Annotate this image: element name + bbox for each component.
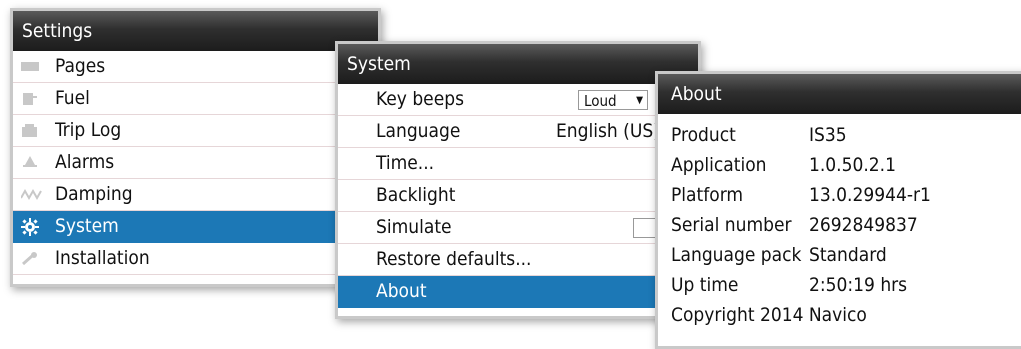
system-item-label: Key beeps xyxy=(376,88,464,110)
system-item-label: Time... xyxy=(376,152,435,174)
settings-item-fuel[interactable]: Fuel xyxy=(13,83,378,115)
settings-item-damping[interactable]: Damping xyxy=(13,179,378,211)
settings-item-label: Pages xyxy=(55,55,106,77)
about-window: About Product IS35 Application 1.0.50.2.… xyxy=(655,71,1021,349)
settings-item-label: Installation xyxy=(55,247,150,269)
wrench-icon xyxy=(21,252,39,265)
about-info: Product IS35 Application 1.0.50.2.1 Plat… xyxy=(658,114,1021,330)
settings-item-trip-log[interactable]: Trip Log xyxy=(13,115,378,147)
system-item-label: About xyxy=(376,280,427,302)
key-beeps-dropdown[interactable]: Loud ▼ xyxy=(578,90,648,110)
system-item-simulate[interactable]: Simulate xyxy=(338,212,698,244)
about-key: Serial number xyxy=(671,214,792,236)
about-row: Serial number 2692849837 xyxy=(671,210,1021,240)
settings-item-pages[interactable]: Pages xyxy=(13,51,378,83)
about-value: 2692849837 xyxy=(809,214,918,236)
about-key: Product xyxy=(671,124,736,146)
settings-item-installation[interactable]: Installation xyxy=(13,243,378,275)
system-item-key-beeps[interactable]: Key beeps Loud ▼ xyxy=(338,84,698,116)
system-item-language[interactable]: Language English (US) xyxy=(338,116,698,148)
trip-log-icon xyxy=(21,124,39,137)
damping-icon xyxy=(21,188,42,201)
system-item-label: Backlight xyxy=(376,184,456,206)
system-item-restore-defaults[interactable]: Restore defaults... xyxy=(338,244,698,276)
copyright-text: Copyright 2014 Navico xyxy=(671,304,867,326)
bell-icon xyxy=(21,156,39,169)
system-item-about[interactable]: About xyxy=(338,276,698,308)
about-row: Up time 2:50:19 hrs xyxy=(671,270,1021,300)
fuel-icon xyxy=(21,92,39,105)
about-row: Application 1.0.50.2.1 xyxy=(671,150,1021,180)
about-value: IS35 xyxy=(809,124,847,146)
pages-icon xyxy=(21,60,39,73)
chevron-down-icon: ▼ xyxy=(636,95,643,106)
about-value: 2:50:19 hrs xyxy=(809,274,908,296)
system-item-label: Restore defaults... xyxy=(376,248,532,270)
about-key: Application xyxy=(671,154,767,176)
settings-item-label: Alarms xyxy=(55,151,115,173)
system-window: System Key beeps Loud ▼ Language English… xyxy=(335,41,701,319)
about-value: 13.0.29944-r1 xyxy=(809,184,931,206)
settings-menu: Pages Fuel Trip Log Alarms Damping Syste… xyxy=(13,51,378,275)
system-item-backlight[interactable]: Backlight xyxy=(338,180,698,212)
about-title: About xyxy=(658,74,1021,114)
settings-window: Settings Pages Fuel Trip Log Alarms Damp… xyxy=(10,8,381,287)
settings-title: Settings xyxy=(13,11,378,51)
system-title: System xyxy=(338,44,698,84)
system-item-label: Simulate xyxy=(376,216,452,238)
language-value: English (US) xyxy=(556,120,660,142)
about-row: Language pack Standard xyxy=(671,240,1021,270)
settings-item-alarms[interactable]: Alarms xyxy=(13,147,378,179)
about-key: Language pack xyxy=(671,244,802,266)
settings-item-label: Fuel xyxy=(55,87,90,109)
about-copyright-row: Copyright 2014 Navico xyxy=(671,300,1021,330)
gear-icon xyxy=(21,218,39,236)
about-value: 1.0.50.2.1 xyxy=(809,154,896,176)
about-row: Product IS35 xyxy=(671,120,1021,150)
about-key: Platform xyxy=(671,184,744,206)
about-row: Platform 13.0.29944-r1 xyxy=(671,180,1021,210)
key-beeps-value: Loud xyxy=(584,92,617,110)
settings-item-label: System xyxy=(55,215,119,237)
system-item-time[interactable]: Time... xyxy=(338,148,698,180)
settings-item-label: Damping xyxy=(55,183,133,205)
about-key: Up time xyxy=(671,274,739,296)
simulate-checkbox[interactable] xyxy=(633,218,657,238)
about-value: Standard xyxy=(809,244,887,266)
settings-item-system[interactable]: System xyxy=(13,211,378,243)
settings-item-label: Trip Log xyxy=(55,119,122,141)
system-item-label: Language xyxy=(376,120,461,142)
system-menu: Key beeps Loud ▼ Language English (US) T… xyxy=(338,84,698,308)
